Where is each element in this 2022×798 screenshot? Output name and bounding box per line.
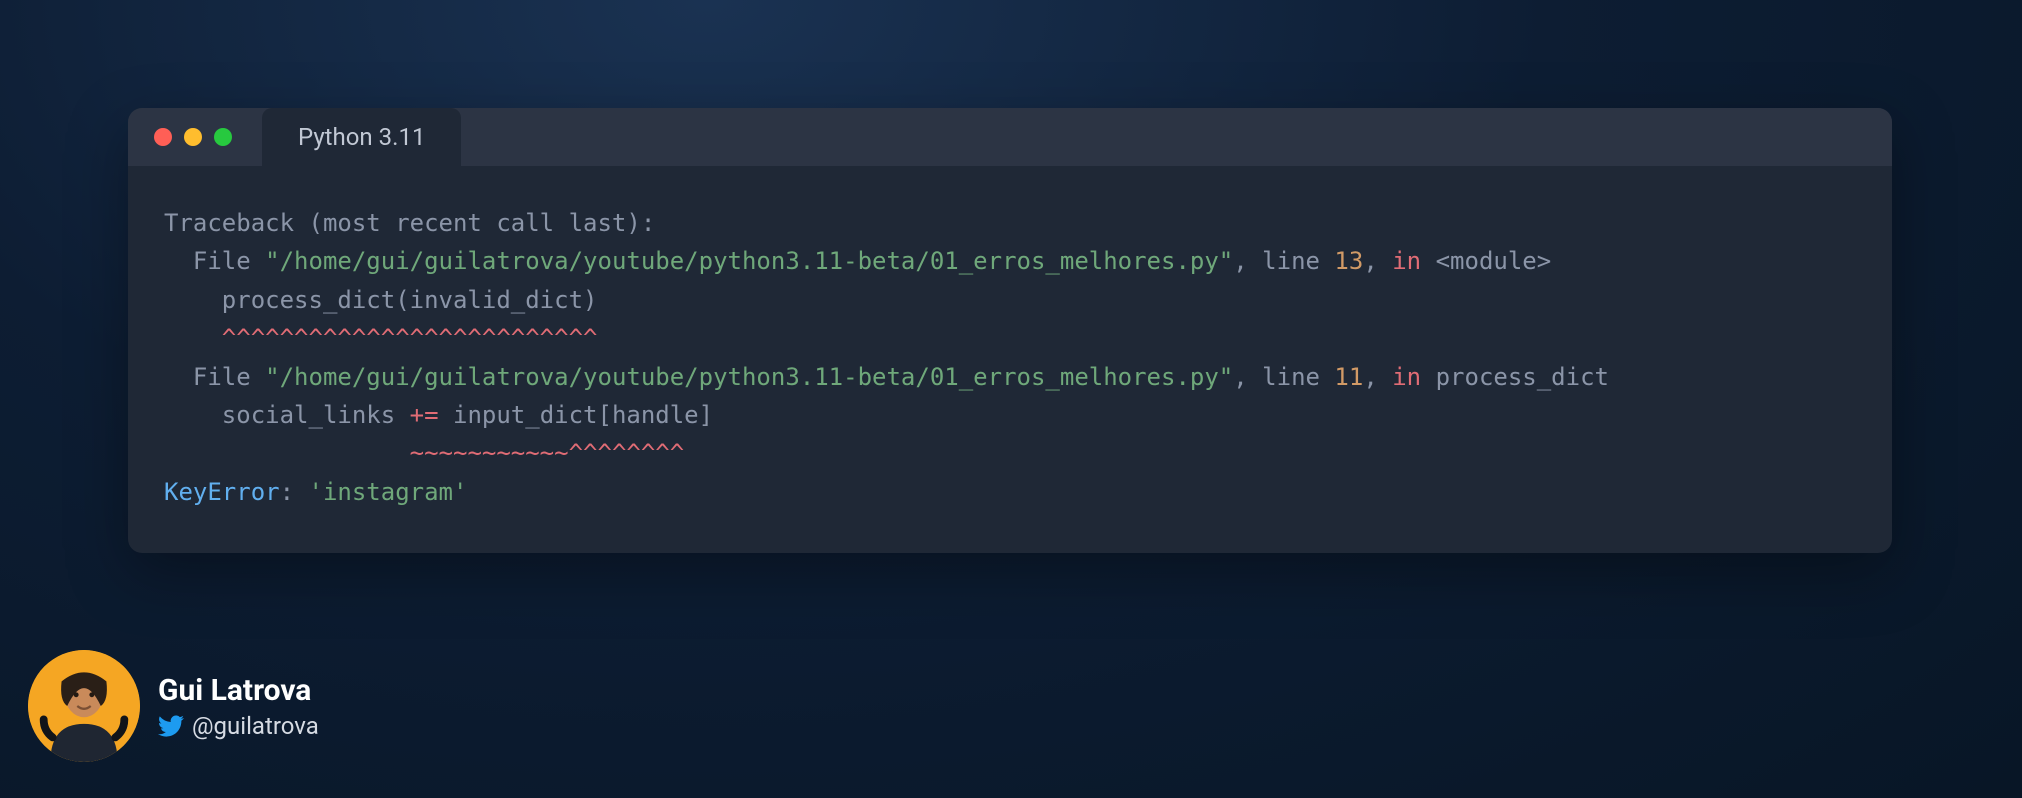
frame-1-line-prefix: , line bbox=[1233, 363, 1334, 391]
maximize-icon[interactable] bbox=[214, 128, 232, 146]
frame-0-file-prefix: File bbox=[164, 247, 265, 275]
frame-0-scope: <module> bbox=[1421, 247, 1551, 275]
profile-handle: @guilatrova bbox=[192, 712, 319, 740]
profile-handle-row[interactable]: @guilatrova bbox=[158, 712, 319, 740]
terminal-window: Python 3.11 Traceback (most recent call … bbox=[128, 108, 1892, 553]
frame-1-code-right: input_dict[handle] bbox=[439, 401, 714, 429]
frame-1-in-kw: in bbox=[1392, 363, 1421, 391]
frame-1-in-prefix: , bbox=[1363, 363, 1392, 391]
frame-1-file-prefix: File bbox=[164, 363, 265, 391]
frame-0-line-prefix: , line bbox=[1233, 247, 1334, 275]
frame-0-in-kw: in bbox=[1392, 247, 1421, 275]
avatar bbox=[28, 650, 140, 762]
error-type: KeyError bbox=[164, 478, 280, 506]
traffic-lights bbox=[154, 128, 232, 146]
profile-name: Gui Latrova bbox=[158, 673, 319, 708]
error-message: 'instagram' bbox=[309, 478, 468, 506]
frame-1-ul-indent bbox=[164, 439, 410, 467]
terminal-output: Traceback (most recent call last): File … bbox=[128, 166, 1892, 553]
frame-1-code-left: social_links bbox=[222, 401, 410, 429]
tab-label: Python 3.11 bbox=[298, 123, 425, 151]
error-sep: : bbox=[280, 478, 309, 506]
frame-0-underline: ^^^^^^^^^^^^^^^^^^^^^^^^^^ bbox=[222, 324, 598, 352]
titlebar: Python 3.11 bbox=[128, 108, 1892, 166]
profile-text: Gui Latrova @guilatrova bbox=[158, 673, 319, 740]
frame-1-lineno: 11 bbox=[1334, 363, 1363, 391]
avatar-image bbox=[28, 650, 140, 762]
frame-1-code-op: += bbox=[410, 401, 439, 429]
traceback-header: Traceback (most recent call last): bbox=[164, 209, 655, 237]
frame-1-scope: process_dict bbox=[1421, 363, 1609, 391]
frame-0-code-indent bbox=[164, 286, 222, 314]
frame-1-path: "/home/gui/guilatrova/youtube/python3.11… bbox=[265, 363, 1233, 391]
frame-1-underline-tilde: ~~~~~~~~~~~ bbox=[410, 439, 569, 467]
frame-1-code-indent bbox=[164, 401, 222, 429]
frame-0-path: "/home/gui/guilatrova/youtube/python3.11… bbox=[265, 247, 1233, 275]
frame-0-lineno: 13 bbox=[1334, 247, 1363, 275]
frame-0-ul-indent bbox=[164, 324, 222, 352]
minimize-icon[interactable] bbox=[184, 128, 202, 146]
tab-python[interactable]: Python 3.11 bbox=[262, 108, 461, 166]
profile-card: Gui Latrova @guilatrova bbox=[28, 650, 319, 762]
frame-0-code: process_dict(invalid_dict) bbox=[222, 286, 598, 314]
twitter-icon bbox=[158, 713, 184, 739]
close-icon[interactable] bbox=[154, 128, 172, 146]
frame-1-underline-caret: ^^^^^^^^ bbox=[569, 439, 685, 467]
frame-0-in-prefix: , bbox=[1363, 247, 1392, 275]
